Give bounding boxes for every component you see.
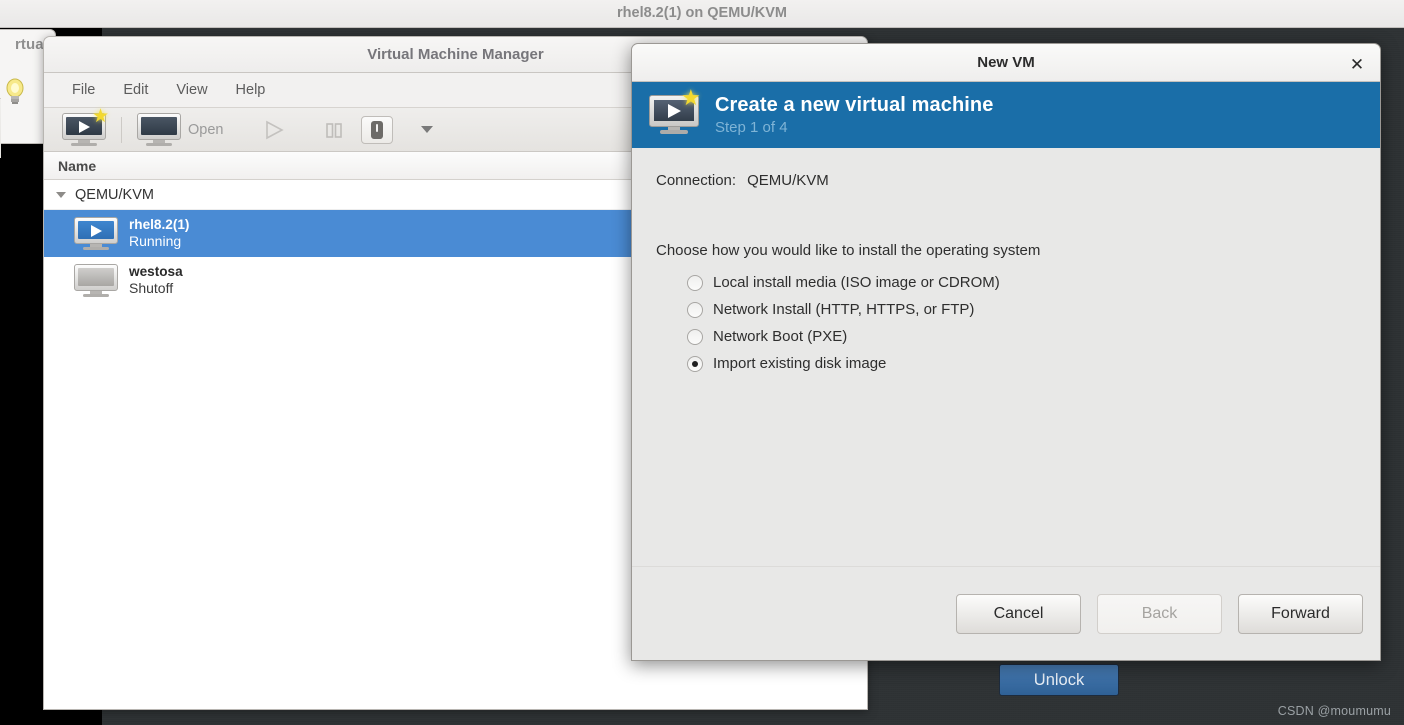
radio-network-install[interactable]: Network Install (HTTP, HTTPS, or FTP): [687, 301, 1354, 318]
connection-row: Connection: QEMU/KVM: [656, 172, 1354, 189]
background-window-title: rtual: [14, 36, 48, 53]
menu-edit[interactable]: Edit: [112, 79, 159, 101]
vm-name: westosa: [129, 263, 183, 279]
radio-label: Network Boot (PXE): [713, 328, 848, 345]
connection-value: QEMU/KVM: [747, 172, 829, 189]
back-button[interactable]: Back: [1097, 593, 1222, 634]
background-window-toolbar: [0, 98, 1, 158]
watermark: CSDN @moumumu: [1277, 704, 1391, 718]
vm-state: Shutoff: [129, 280, 174, 297]
toolbar-open-button[interactable]: Open: [131, 112, 233, 147]
dialog-banner: ★ Create a new virtual machine Step 1 of…: [632, 82, 1380, 148]
dialog-footer: Cancel Back Forward: [632, 566, 1380, 660]
lightbulb-icon[interactable]: [2, 77, 28, 105]
screen-root: rhel8.2(1) on QEMU/KVM rtual Virtual Mac…: [0, 0, 1404, 725]
vm-state: Running: [129, 233, 182, 250]
shutdown-icon: [371, 120, 384, 139]
open-monitor-icon: [137, 112, 181, 147]
guest-window-title: rhel8.2(1) on QEMU/KVM: [617, 5, 787, 21]
vm-group-label: QEMU/KVM: [75, 186, 154, 203]
dialog-body: Connection: QEMU/KVM Choose how you would…: [632, 148, 1380, 604]
banner-subheading: Step 1 of 4: [715, 119, 788, 136]
cancel-button[interactable]: Cancel: [956, 593, 1081, 634]
expander-triangle-icon[interactable]: [56, 191, 66, 198]
new-vm-icon: ★: [62, 107, 109, 147]
toolbar-shutdown-button[interactable]: [361, 115, 394, 144]
install-method-prompt: Choose how you would like to install the…: [656, 242, 1041, 259]
vm-shutoff-icon: [74, 263, 118, 298]
radio-import-existing-disk-image[interactable]: Import existing disk image: [687, 355, 1354, 372]
radio-icon[interactable]: [687, 301, 703, 318]
vm-name: rhel8.2(1): [129, 216, 190, 232]
new-vm-dialog[interactable]: New VM ✕ ★ Create a new virtual machine …: [631, 43, 1381, 661]
close-icon[interactable]: ✕: [1346, 53, 1368, 75]
dialog-title: New VM: [977, 54, 1035, 71]
radio-network-boot-pxe[interactable]: Network Boot (PXE): [687, 328, 1354, 345]
menu-file[interactable]: File: [61, 79, 106, 101]
menu-help[interactable]: Help: [225, 79, 277, 101]
create-vm-icon: ★: [649, 87, 701, 135]
radio-icon[interactable]: [687, 355, 703, 372]
radio-local-install-media[interactable]: Local install media (ISO image or CDROM): [687, 274, 1354, 291]
pause-icon: [326, 122, 343, 138]
connection-label: Connection:: [656, 172, 737, 189]
column-header-name[interactable]: Name: [44, 158, 96, 174]
toolbar-new-vm-button[interactable]: ★: [56, 107, 112, 147]
vm-running-icon: [74, 216, 118, 251]
toolbar-run-button[interactable]: [255, 113, 293, 147]
radio-label: Local install media (ISO image or CDROM): [713, 274, 1000, 291]
toolbar-pause-button[interactable]: [317, 113, 351, 147]
radio-label: Network Install (HTTP, HTTPS, or FTP): [713, 301, 975, 318]
dialog-titlebar[interactable]: New VM ✕: [632, 44, 1380, 82]
toolbar-separator: [121, 116, 122, 143]
chevron-down-icon[interactable]: [421, 126, 434, 133]
radio-icon[interactable]: [687, 328, 703, 345]
install-method-radio-group: Local install media (ISO image or CDROM)…: [656, 274, 1354, 372]
banner-heading: Create a new virtual machine: [715, 94, 994, 116]
forward-button[interactable]: Forward: [1238, 593, 1363, 634]
toolbar-open-label: Open: [188, 121, 224, 138]
unlock-button[interactable]: Unlock: [999, 664, 1119, 696]
radio-label: Import existing disk image: [713, 355, 887, 372]
play-icon: [266, 120, 285, 139]
menu-view[interactable]: View: [165, 79, 218, 101]
radio-icon[interactable]: [687, 274, 703, 291]
